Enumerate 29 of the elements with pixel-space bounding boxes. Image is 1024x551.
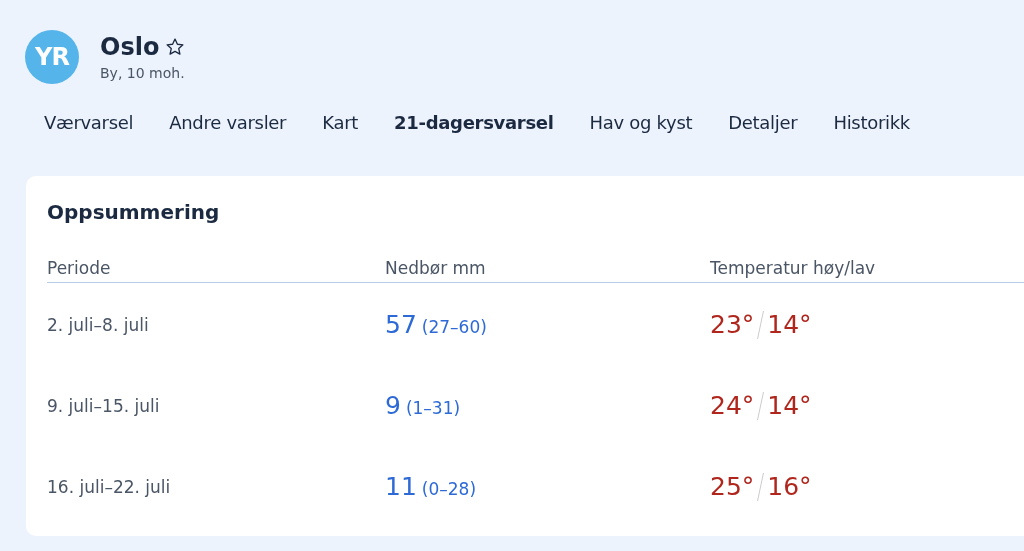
nav-tab[interactable]: Detaljer	[728, 112, 798, 136]
low-temperature: 14°	[767, 310, 812, 339]
nav-tab[interactable]: Hav og kyst	[589, 112, 693, 136]
low-temperature: 16°	[767, 472, 812, 501]
star-icon[interactable]	[165, 37, 186, 57]
nav-tab[interactable]: Andre varsler	[169, 112, 287, 136]
high-temperature: 24°	[710, 391, 755, 420]
location-subtitle: By, 10 moh.	[100, 65, 186, 81]
nav-tab[interactable]: Kart	[322, 112, 358, 136]
location-title: Oslo	[100, 33, 160, 61]
nav-tab[interactable]: Værvarsel	[44, 112, 134, 136]
card-title: Oppsummering	[47, 199, 221, 226]
precipitation-value: 57	[385, 310, 417, 339]
period-text: 2. juli–8. juli	[47, 314, 150, 335]
nav-tab[interactable]: 21-dagersvarsel	[394, 112, 554, 136]
precipitation-range: (0–28)	[421, 479, 477, 499]
column-header: Nedbør mm	[385, 258, 487, 278]
low-temperature: 14°	[767, 391, 812, 420]
column-header: Temperatur høy/lav	[710, 258, 877, 278]
precipitation-value: 11	[385, 472, 417, 501]
precipitation-value: 9	[385, 391, 401, 420]
nav-tab[interactable]: Historikk	[833, 112, 910, 136]
high-temperature: 23°	[710, 310, 755, 339]
precipitation-range: (27–60)	[421, 317, 487, 337]
high-temperature: 25°	[710, 472, 755, 501]
column-header: Periode	[47, 258, 112, 278]
period-text: 9. juli–15. juli	[47, 395, 161, 416]
period-text: 16. juli–22. juli	[47, 476, 172, 497]
precipitation-range: (1–31)	[405, 398, 461, 418]
